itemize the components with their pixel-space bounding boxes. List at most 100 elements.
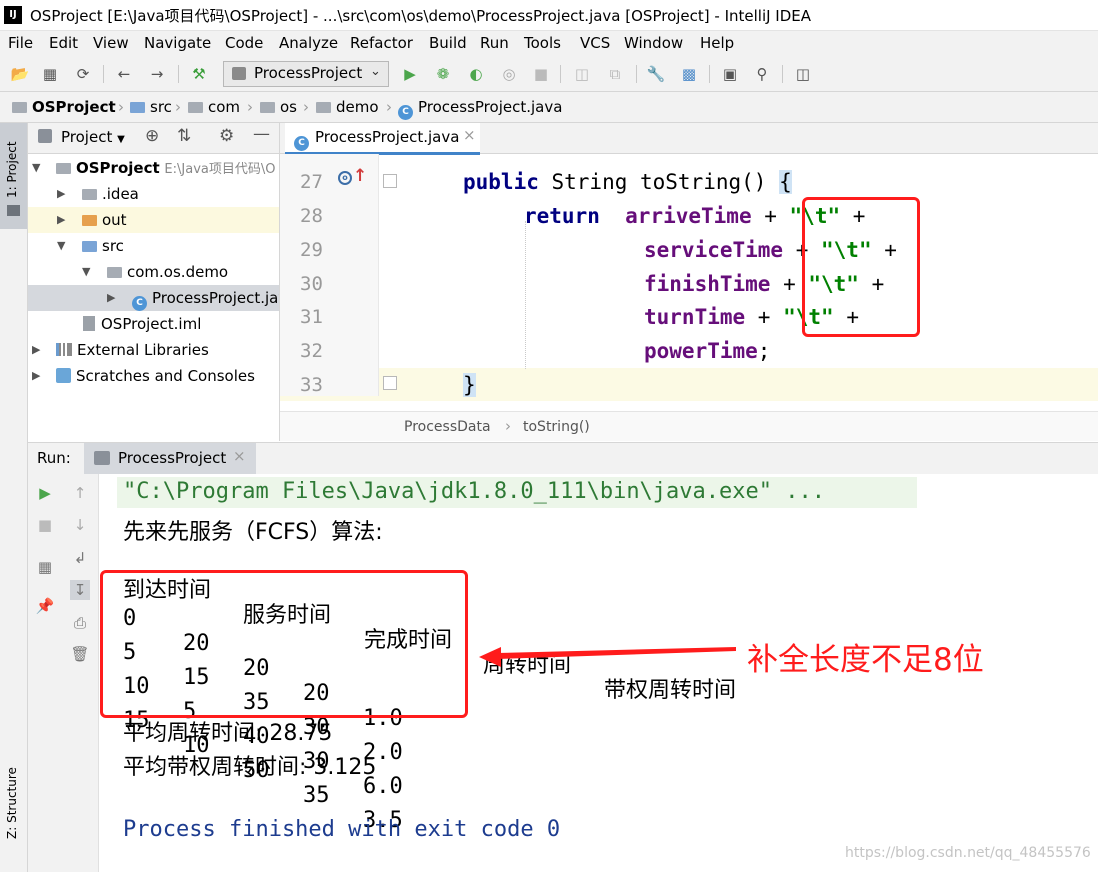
code-line-33[interactable]: } [463,373,476,397]
forward-arrow-icon[interactable]: → [147,64,167,84]
tree-item-iml[interactable]: OSProject.iml [28,311,279,337]
open-folder-icon[interactable]: 📂 [10,64,30,84]
profile-icon[interactable]: ◎ [499,64,519,84]
menu-build[interactable]: Build [429,34,467,52]
coverage-icon[interactable]: ◐ [466,64,486,84]
vcs-update-icon[interactable]: ◫ [572,64,592,84]
project-structure-icon[interactable]: ▩ [679,64,699,84]
tree-item-processproject[interactable]: ▶ CProcessProject.java [28,285,279,311]
tree-item-scratches[interactable]: ▶ Scratches and Consoles [28,363,279,389]
menu-analyze[interactable]: Analyze [279,34,338,52]
close-icon[interactable]: × [463,126,476,144]
pin-icon[interactable]: 📌 [35,596,55,616]
navigation-bar: OSProject › src › com › os › demo › C Pro… [0,92,1098,123]
override-method-icon[interactable]: o [338,171,352,185]
folder-icon [12,102,27,113]
window-title: OSProject [E:\Java项目代码\OSProject] - ...\… [30,7,812,25]
editor-breadcrumbs: ProcessData › toString() [280,411,1098,441]
hide-panel-icon[interactable]: — [253,124,270,144]
up-arrow-icon[interactable]: ↑ [70,483,90,503]
indent-guide [525,221,527,369]
gear-icon[interactable]: ⚙ [219,126,234,146]
fold-marker-icon[interactable] [383,174,397,188]
tree-item-external-libraries[interactable]: ▶ External Libraries [28,337,279,363]
debug-bug-icon[interactable]: ❁ [433,64,453,84]
soft-wrap-icon[interactable]: ↲ [70,548,90,568]
down-arrow-icon[interactable]: ↓ [70,515,90,535]
project-panel: Project ▼ ⊕ ⇅ ⚙ — ▼ OSProject E:\Java项目代… [28,123,280,441]
code-line-27[interactable]: public String toString() { [463,170,792,194]
scroll-to-end-icon[interactable]: ↧ [70,580,90,600]
menu-code[interactable]: Code [225,34,263,52]
project-view-select[interactable]: Project ▼ [61,128,125,146]
chevron-right-icon: ▶ [32,369,41,382]
sync-icon[interactable]: ⟳ [73,64,93,84]
structure-tool-tab[interactable]: Z: Structure [0,741,27,851]
tree-item-out[interactable]: ▶ out [28,207,279,233]
menu-edit[interactable]: Edit [49,34,78,52]
tree-item-package[interactable]: ▼ com.os.demo [28,259,279,285]
application-icon [94,451,110,465]
tab-processproject-java[interactable]: C ProcessProject.java × [285,123,480,155]
tree-item-osproject[interactable]: ▼ OSProject E:\Java项目代码\O [28,155,279,181]
build-hammer-icon[interactable]: ⚒ [189,64,209,84]
console-command-line[interactable]: "C:\Program Files\Java\jdk1.8.0_111\bin\… [123,479,825,504]
breadcrumb-file[interactable]: C ProcessProject.java [398,98,562,120]
breadcrumb-src[interactable]: src [130,98,172,116]
highlight-box-table-rows [100,570,468,718]
annotation-text: 补全长度不足8位 [747,642,984,678]
locate-target-icon[interactable]: ⊕ [145,126,159,146]
rerun-play-icon[interactable]: ▶ [35,483,55,503]
menu-refactor[interactable]: Refactor [350,34,413,52]
terminal-icon[interactable]: ▣ [720,64,740,84]
collapse-all-icon[interactable]: ⇅ [177,126,191,146]
run-play-icon[interactable]: ▶ [400,64,420,84]
menu-window[interactable]: Window [624,34,683,52]
chevron-down-icon: ▼ [32,161,41,174]
menu-vcs[interactable]: VCS [580,34,610,52]
close-icon[interactable]: × [233,447,246,465]
menu-tools[interactable]: Tools [524,34,561,52]
vcs-commit-icon[interactable]: ⧉ [605,64,625,84]
folder-icon [316,102,331,113]
back-arrow-icon[interactable]: ← [114,64,134,84]
save-icon[interactable]: ▦ [40,64,60,84]
breadcrumb-separator: › [175,98,181,116]
annotation-arrow [479,647,736,667]
run-configuration-select[interactable]: ProcessProject ⌄ [223,61,389,87]
menu-view[interactable]: View [93,34,129,52]
layout-icon[interactable]: ▦ [35,557,55,577]
search-icon[interactable]: ⚲ [752,64,772,84]
project-tool-tab[interactable]: 1: Project [0,123,27,229]
run-panel-header: Run: ProcessProject × [28,442,1098,475]
watermark: https://blog.csdn.net/qq_48455576 [845,845,1091,861]
tree-item-idea[interactable]: ▶ .idea [28,181,279,207]
breadcrumb-osproject[interactable]: OSProject [12,98,116,116]
intellij-logo: IJ [4,6,22,24]
run-tab-processproject[interactable]: ProcessProject × [84,443,256,474]
run-config-label: ProcessProject [254,64,363,82]
code-line-32[interactable]: powerTime; [644,339,770,363]
crumb-processdata[interactable]: ProcessData [404,419,491,435]
crumb-tostring[interactable]: toString() [523,419,590,435]
trash-icon[interactable]: 🗑 [70,644,90,664]
menu-run[interactable]: Run [480,34,509,52]
menu-help[interactable]: Help [700,34,734,52]
presentation-icon[interactable]: ◫ [793,64,813,84]
menu-navigate[interactable]: Navigate [144,34,211,52]
stop-icon[interactable]: ■ [531,64,551,84]
settings-wrench-icon[interactable]: 🔧 [646,64,666,84]
java-class-icon: C [132,296,147,311]
java-class-icon: C [294,136,309,151]
tree-item-src[interactable]: ▼ src [28,233,279,259]
breadcrumb-os[interactable]: os [260,98,297,116]
fold-marker-icon[interactable] [383,376,397,390]
print-icon[interactable]: ⎙ [70,613,90,633]
stop-icon[interactable]: ■ [35,515,55,535]
console-avg-weighted: 平均带权周转时间: 3.125 [123,755,377,780]
breadcrumb-demo[interactable]: demo [316,98,379,116]
breadcrumb-com[interactable]: com [188,98,240,116]
menu-file[interactable]: File [8,34,33,52]
editor-tabs: C ProcessProject.java × [280,123,1098,155]
title-bar: IJ OSProject [E:\Java项目代码\OSProject] - .… [0,0,1098,31]
